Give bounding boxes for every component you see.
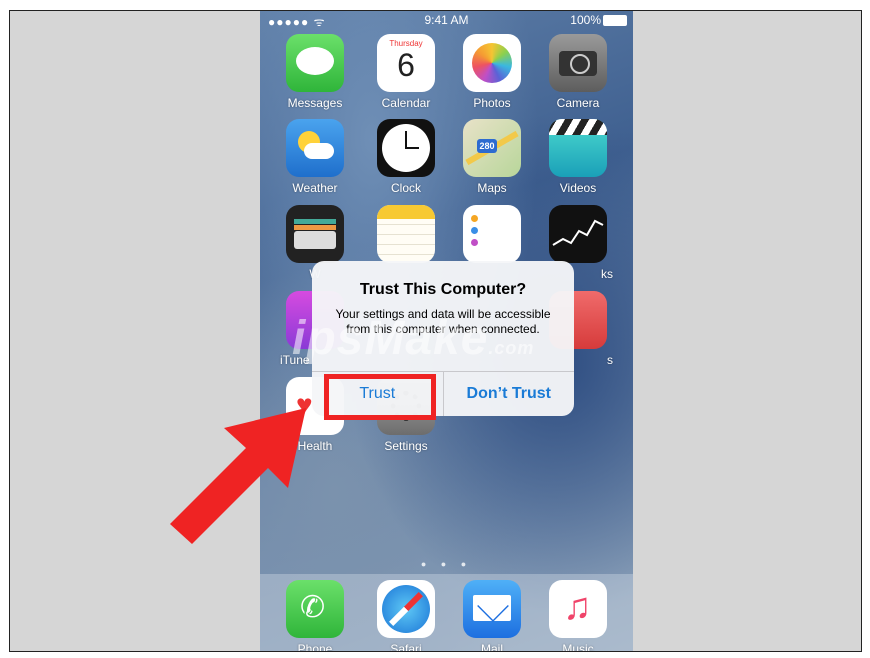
watermark-suffix: .com <box>488 338 535 358</box>
app-camera[interactable]: Camera <box>543 34 613 110</box>
app-label: Maps <box>477 181 507 195</box>
photos-icon <box>463 34 521 92</box>
dock: ✆ Phone Safari Mail ♫ Music <box>260 574 633 652</box>
app-videos[interactable]: Videos <box>543 119 613 195</box>
app-label: Mail <box>480 642 503 652</box>
status-bar: ●●●●● ᯤ 9:41 AM 100% <box>260 11 633 29</box>
mail-icon <box>463 580 521 638</box>
app-music[interactable]: ♫ Music <box>543 580 613 652</box>
app-mail[interactable]: Mail <box>457 580 527 652</box>
stocks-icon <box>549 205 607 263</box>
reminders-icon <box>463 205 521 263</box>
app-maps[interactable]: 280 Maps <box>457 119 527 195</box>
music-icon: ♫ <box>549 580 607 638</box>
app-weather[interactable]: Weather <box>280 119 350 195</box>
maps-icon: 280 <box>463 119 521 177</box>
app-notes[interactable] <box>371 205 441 267</box>
battery-percent: 100% <box>570 13 601 27</box>
calendar-icon: Thursday 6 <box>377 34 435 92</box>
app-label: Weather <box>292 181 338 195</box>
app-reminders[interactable] <box>457 205 527 267</box>
phone-icon: ✆ <box>286 580 344 638</box>
battery-icon <box>603 15 627 26</box>
red-arrow-icon <box>170 408 306 544</box>
app-messages[interactable]: Messages <box>280 34 350 110</box>
safari-icon <box>377 580 435 638</box>
dont-trust-button[interactable]: Don’t Trust <box>442 372 575 416</box>
messages-icon <box>286 34 344 92</box>
page-indicator: ● ● ● <box>420 559 473 569</box>
clock-icon <box>377 119 435 177</box>
watermark-text: ipsMake <box>292 312 489 365</box>
app-photos[interactable]: Photos <box>457 34 527 110</box>
app-label: Music <box>562 642 594 652</box>
app-label: Clock <box>390 181 421 195</box>
app-calendar[interactable]: Thursday 6 Calendar <box>371 34 441 110</box>
app-label: Videos <box>559 181 597 195</box>
highway-shield: 280 <box>477 139 497 153</box>
camera-icon <box>549 34 607 92</box>
app-label: Messages <box>287 96 343 110</box>
alert-title: Trust This Computer? <box>359 281 527 298</box>
app-label: Calendar <box>381 96 431 110</box>
calendar-date: 6 <box>397 47 415 83</box>
trust-highlight-box <box>324 374 436 420</box>
app-label: Phone <box>297 642 333 652</box>
weather-icon <box>286 119 344 177</box>
app-label: Settings <box>384 439 428 453</box>
app-label: Safari <box>390 642 422 652</box>
app-phone[interactable]: ✆ Phone <box>280 580 350 652</box>
app-safari[interactable]: Safari <box>371 580 441 652</box>
videos-icon <box>549 119 607 177</box>
app-clock[interactable]: Clock <box>371 119 441 195</box>
app-label: Photos <box>473 96 511 110</box>
app-label: Camera <box>556 96 600 110</box>
wallet-icon <box>286 205 344 263</box>
screenshot-frame: ●●●●● ᯤ 9:41 AM 100% Messages Thursday 6… <box>9 10 862 652</box>
watermark: ipsMake.com <box>292 311 534 366</box>
notes-icon <box>377 205 435 263</box>
